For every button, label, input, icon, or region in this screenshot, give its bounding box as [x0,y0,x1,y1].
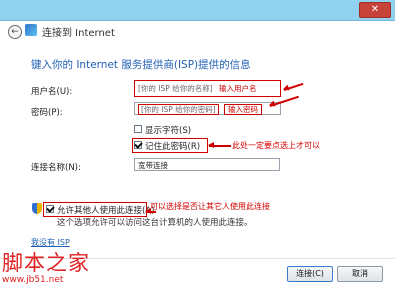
username-placeholder: [你的 ISP 给你的名称] [138,84,213,93]
close-button[interactable]: ✕ [359,2,391,18]
network-icon [25,24,37,36]
username-label: 用户名(U): [31,87,73,97]
connection-name-field[interactable]: 宽带连接 [134,158,280,171]
password-field[interactable]: [你的 ISP 给你的密码] 输入密码 [134,102,281,115]
window-title-bar [0,0,395,21]
remember-password-annotation: 此处一定要点选上才可以 [232,141,320,150]
cancel-button[interactable]: 取消 [337,266,383,282]
remember-password-arrow [208,142,231,148]
allow-others-label: 允许其他人使用此连接(A) [57,206,155,216]
password-hint: 输入密码 [224,104,263,115]
allow-others-annotation: 可以选择是否让其它人使用此连接 [150,202,270,211]
connection-name-label: 连接名称(N): [31,163,81,173]
allow-others-description: 这个选项允许可以访问这台计算机的人使用此连接。 [57,218,253,228]
username-hint: 输入用户名 [219,84,257,93]
show-characters-label: 显示字符(S) [145,126,192,136]
page-heading: 键入你的 Internet 服务提供商(ISP)提供的信息 [31,59,251,71]
site-watermark: 脚本之家 www.jb51.net [2,247,90,285]
back-button[interactable]: ← [8,25,22,39]
username-field[interactable]: [你的 ISP 给你的名称] 输入用户名 [134,80,281,97]
show-characters-checkbox[interactable] [134,125,142,133]
remember-password-checkbox[interactable] [134,141,142,149]
remember-password-label: 记住此密码(R) [145,142,201,152]
uac-shield-icon [32,203,42,214]
password-label: 密码(P): [31,108,63,118]
nav-title: 连接到 Internet [42,28,115,39]
allow-others-checkbox[interactable] [46,205,54,213]
watermark-text: 脚本之家 [2,251,90,275]
password-placeholder: [你的 ISP 给你的密码] [138,104,219,115]
username-arrow [283,82,304,91]
connect-button[interactable]: 连接(C) [287,266,333,282]
